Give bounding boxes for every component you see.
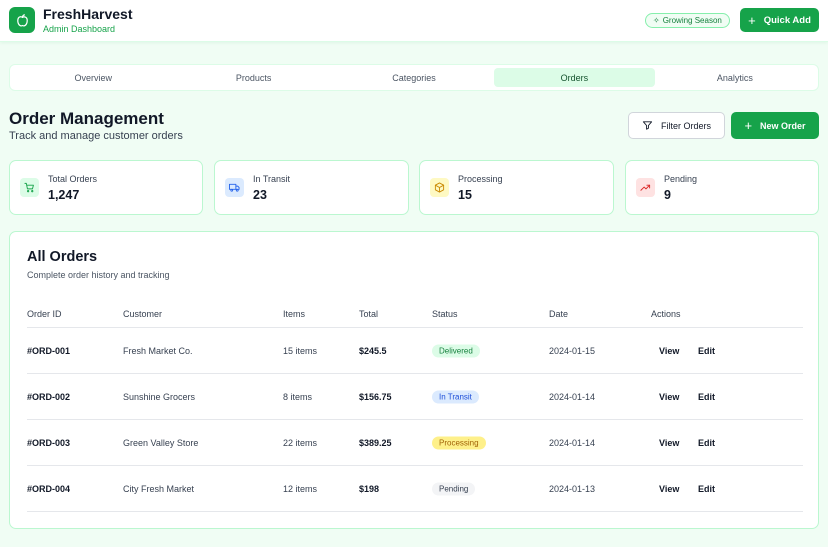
order-id: #ORD-003 [27,437,71,448]
orders-title: All Orders [27,249,98,265]
order-customer: City Fresh Market [123,483,195,494]
order-date: 2024-01-15 [549,345,596,356]
filter-orders-label: Filter Orders [660,120,711,131]
orders-subtitle: Complete order history and tracking [27,270,170,280]
tab-bar: Overview Products Categories Orders Anal… [9,64,819,91]
table-row: #ORD-002 Sunshine Grocers 8 items $156.7… [27,374,803,420]
column-header-actions: Actions [651,309,681,319]
stat-card-pending: Pending 9 [625,160,819,215]
trending-up-icon [636,178,655,197]
order-total: $245.5 [359,345,387,356]
new-order-button[interactable]: + New Order [731,112,819,139]
table-row: #ORD-003 Green Valley Store 22 items $38… [27,420,803,466]
stat-card-total-orders: Total Orders 1,247 [9,160,203,215]
order-date: 2024-01-14 [549,391,596,402]
edit-button[interactable]: Edit [698,392,715,402]
stat-value: 1,247 [48,188,80,202]
stat-card-processing: Processing 15 [419,160,614,215]
filter-orders-button[interactable]: Filter Orders [628,112,725,139]
stat-value: 23 [253,188,267,202]
page-title: Order Management [9,109,164,128]
view-button[interactable]: View [659,346,679,356]
apple-logo-icon[interactable] [9,7,35,33]
order-id: #ORD-001 [27,345,71,356]
column-header-date: Date [549,309,569,319]
order-customer: Sunshine Grocers [123,391,196,402]
stat-label: Total Orders [48,174,98,184]
order-items: 12 items [283,483,318,494]
stat-value: 9 [664,188,671,202]
orders-card: All Orders Complete order history and tr… [9,231,819,529]
tab-orders[interactable]: Orders [494,68,655,87]
package-icon [430,178,449,197]
plus-icon: + [748,12,756,28]
quick-add-button[interactable]: + Quick Add [740,8,819,32]
view-button[interactable]: View [659,392,679,402]
tab-overview[interactable]: Overview [13,68,173,87]
order-items: 8 items [283,391,313,402]
status-badge: Pending [432,482,476,495]
season-badge-label: Growing Season [662,16,722,25]
truck-icon [225,178,244,197]
edit-button[interactable]: Edit [698,484,715,494]
brand-subtitle: Admin Dashboard [43,24,116,34]
order-customer: Green Valley Store [123,437,199,448]
order-total: $156.75 [359,391,392,402]
order-customer: Fresh Market Co. [123,345,193,356]
tab-products[interactable]: Products [173,68,333,87]
order-total: $389.25 [359,437,392,448]
column-header-items: Items [283,309,306,319]
quick-add-label: Quick Add [763,14,811,26]
stat-label: Pending [664,174,698,184]
brand-name: FreshHarvest [43,6,133,22]
app-header: FreshHarvest Admin Dashboard ✧ Growing S… [0,0,828,42]
order-id: #ORD-004 [27,483,71,494]
stat-label: In Transit [253,174,291,184]
order-total: $198 [359,483,380,494]
order-date: 2024-01-14 [549,437,596,448]
new-order-label: New Order [760,120,806,131]
plus-icon: + [744,118,753,133]
view-button[interactable]: View [659,438,679,448]
order-date: 2024-01-13 [549,483,596,494]
cart-icon [20,178,39,197]
stat-label: Processing [458,174,503,184]
order-items: 22 items [283,437,318,448]
column-header-customer: Customer [123,309,163,319]
table-row: #ORD-004 City Fresh Market 12 items $198… [27,466,803,512]
order-items: 15 items [283,345,318,356]
column-header-total: Total [359,309,379,319]
table-row: #ORD-001 Fresh Market Co. 15 items $245.… [27,328,803,374]
view-button[interactable]: View [659,484,679,494]
tab-categories[interactable]: Categories [334,68,494,87]
status-badge: In Transit [432,390,479,403]
column-header-status: Status [432,309,458,319]
status-badge: Processing [432,436,486,449]
edit-button[interactable]: Edit [698,438,715,448]
stat-card-in-transit: In Transit 23 [214,160,409,215]
sparkle-icon: ✧ [653,16,660,25]
column-header-order-id: Order ID [27,309,62,319]
season-badge: ✧ Growing Season [645,13,730,28]
status-badge: Delivered [432,344,480,357]
tab-analytics[interactable]: Analytics [655,68,815,87]
filter-icon [642,121,653,130]
page-subtitle: Track and manage customer orders [9,130,183,142]
order-id: #ORD-002 [27,391,71,402]
edit-button[interactable]: Edit [698,346,715,356]
stat-value: 15 [458,188,472,202]
